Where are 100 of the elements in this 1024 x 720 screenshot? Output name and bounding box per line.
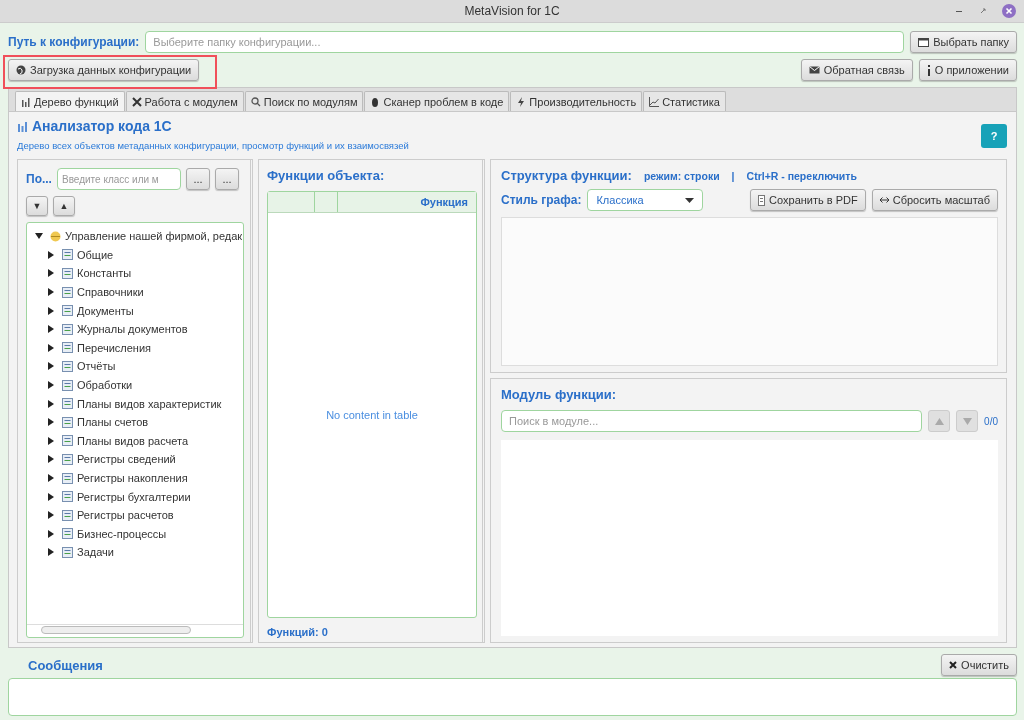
disclosure-triangle-icon[interactable]	[47, 418, 55, 427]
browse-button[interactable]: Выбрать папку	[910, 31, 1017, 53]
tree-item[interactable]: Константы	[77, 267, 132, 280]
save-pdf-button[interactable]: Сохранить в PDF	[750, 189, 866, 211]
disclosure-triangle-icon[interactable]	[47, 399, 55, 408]
dropdown-arrow-icon	[685, 197, 695, 203]
tree-item[interactable]: Отчёты	[77, 360, 116, 373]
object-icon	[62, 546, 73, 558]
disclosure-triangle-icon[interactable]	[47, 436, 55, 445]
tree-item[interactable]: Журналы документов	[77, 323, 188, 336]
tree-item[interactable]: Документы	[77, 304, 134, 317]
object-icon	[62, 398, 73, 410]
tree-item[interactable]: Планы видов расчета	[77, 434, 189, 447]
tree-item[interactable]: Регистры накопления	[77, 472, 188, 484]
tree-item[interactable]: Планы видов характеристик	[77, 397, 222, 410]
disclosure-triangle-icon[interactable]	[47, 492, 55, 501]
disclosure-triangle-icon[interactable]	[47, 455, 55, 464]
info-icon	[926, 64, 931, 76]
object-icon	[62, 491, 73, 503]
folder-icon	[918, 37, 930, 47]
search-field[interactable]: Введите класс или м	[56, 168, 181, 190]
tab[interactable]: Дерево функций	[15, 91, 125, 111]
match-counter: 0/0	[984, 415, 998, 427]
tree-item[interactable]: Перечисления	[77, 341, 151, 354]
path-field[interactable]: Выберите папку конфигурации...	[145, 31, 905, 53]
panel-title: Структура функции:	[501, 168, 632, 183]
object-icon	[62, 435, 73, 447]
disclosure-triangle-icon[interactable]	[47, 343, 55, 352]
tree-item[interactable]: Бизнес-процессы	[77, 527, 167, 540]
tree-item[interactable]: Регистры бухгалтерии	[77, 490, 191, 503]
disclosure-triangle-icon[interactable]	[35, 232, 43, 241]
feedback-button[interactable]: Обратная связь	[800, 59, 913, 81]
tree-item[interactable]: Регистры сведений	[77, 453, 176, 466]
column-header[interactable]: Функция	[420, 196, 468, 208]
chart-icon	[17, 120, 28, 132]
disclosure-triangle-icon[interactable]	[47, 474, 55, 482]
up-triangle-icon	[934, 417, 944, 425]
globe-icon	[16, 65, 26, 75]
about-button[interactable]: О приложении	[918, 59, 1017, 81]
tab[interactable]: Производительность	[510, 91, 643, 111]
reset-zoom-button[interactable]: Сбросить масштаб	[871, 189, 998, 211]
object-icon	[62, 509, 73, 521]
disclosure-triangle-icon[interactable]	[47, 511, 55, 520]
module-search-field[interactable]: Поиск в модуле...	[501, 410, 923, 432]
tree-item[interactable]: Задачи	[77, 546, 114, 559]
disclosure-triangle-icon[interactable]	[47, 250, 55, 259]
line-chart-icon	[649, 96, 660, 107]
disclosure-triangle-icon[interactable]	[47, 288, 55, 297]
tree-item[interactable]: Справочники	[77, 286, 144, 299]
object-icon	[62, 286, 73, 298]
empty-table-message: No content in table	[326, 409, 418, 421]
tab[interactable]: Работа с модулем	[125, 91, 244, 111]
window-title: MetaVision for 1C	[464, 4, 560, 18]
tree-item[interactable]: Обработки	[77, 379, 133, 392]
lightning-icon	[516, 96, 527, 107]
object-icon	[62, 472, 73, 484]
more-button[interactable]: ...	[214, 168, 239, 190]
graph-style-dropdown[interactable]: Классика	[587, 189, 704, 211]
bug-icon	[370, 96, 381, 107]
page-title: Анализатор кода 1С	[32, 118, 172, 134]
more-button[interactable]: ...	[185, 168, 210, 190]
object-icon	[62, 268, 73, 279]
tree-item[interactable]: Управление нашей фирмой, редак	[65, 230, 243, 243]
tree-item[interactable]: Регистры расчетов	[77, 509, 174, 522]
object-icon	[62, 416, 73, 428]
object-icon	[62, 453, 73, 465]
tree-item[interactable]: Общие	[77, 248, 114, 261]
page-subtitle: Дерево всех объектов метаданных конфигурации, просмотр функций и их взаимосвязей	[17, 140, 409, 151]
close-icon	[949, 661, 958, 669]
disclosure-triangle-icon[interactable]	[47, 325, 55, 334]
expand-all-button[interactable]: ▼	[26, 196, 48, 216]
disclosure-triangle-icon[interactable]	[47, 362, 55, 371]
close-icon[interactable]	[1002, 4, 1016, 18]
object-icon	[62, 249, 73, 261]
horizontal-scrollbar[interactable]	[27, 624, 243, 637]
tree-item[interactable]: Планы счетов	[77, 416, 149, 429]
panel-title: Функции объекта:	[267, 168, 386, 183]
down-triangle-icon	[962, 417, 972, 425]
object-icon	[62, 305, 73, 317]
load-configuration-button[interactable]: Загрузка данных конфигурации	[8, 59, 200, 81]
object-icon	[62, 323, 73, 335]
disclosure-triangle-icon[interactable]	[47, 529, 55, 538]
disclosure-triangle-icon[interactable]	[47, 269, 55, 278]
clear-button[interactable]: Очистить	[941, 654, 1017, 676]
disclosure-triangle-icon[interactable]	[47, 306, 55, 315]
double-arrow-icon	[879, 197, 889, 203]
tab[interactable]: Сканер проблем в коде	[364, 91, 510, 111]
messages-title: Сообщения	[27, 657, 103, 673]
disclosure-triangle-icon[interactable]	[47, 548, 55, 557]
search-icon	[250, 96, 261, 107]
shortcut-hint: Ctrl+R - переключить	[746, 169, 857, 182]
disclosure-triangle-icon[interactable]	[47, 381, 55, 390]
search-label: По...	[26, 172, 52, 186]
tab[interactable]: Поиск по модулям	[244, 91, 364, 111]
tab[interactable]: Статистика	[643, 91, 726, 111]
graph-style-label: Стиль графа:	[501, 193, 582, 207]
mode-text: режим: строки	[643, 169, 720, 182]
envelope-icon	[808, 66, 820, 74]
database-icon	[50, 230, 61, 242]
collapse-all-button[interactable]: ▲	[53, 196, 75, 216]
